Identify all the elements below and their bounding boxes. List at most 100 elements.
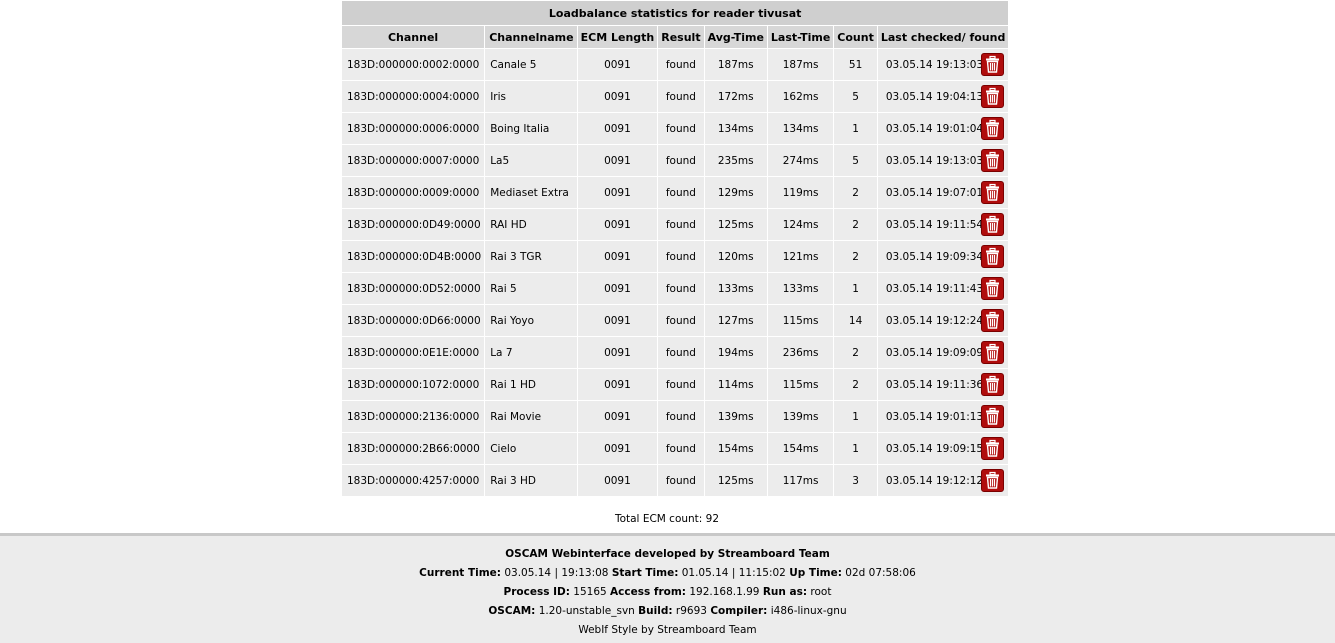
- delete-stat-button[interactable]: [981, 149, 1005, 172]
- cell-count: 2: [834, 369, 877, 400]
- cell-last-time: 124ms: [767, 209, 834, 240]
- cell-channelname: La5: [485, 145, 577, 176]
- cell-avg-time: 125ms: [704, 209, 767, 240]
- cell-last-time: 236ms: [767, 337, 834, 368]
- compiler-label: Compiler:: [710, 605, 768, 617]
- footer-build: OSCAM: 1.20-unstable_svn Build: r9693 Co…: [0, 602, 1335, 621]
- cell-result: found: [658, 241, 704, 272]
- table-row: 183D:000000:2B66:0000 Cielo 0091 found 154ms…: [342, 433, 1009, 464]
- cell-channel: 183D:000000:0006:0000: [342, 113, 485, 144]
- delete-stat-button[interactable]: [981, 277, 1005, 300]
- trash-icon: [986, 183, 1000, 201]
- run-as-label: Run as:: [762, 586, 808, 598]
- trash-icon: [986, 279, 1000, 297]
- cell-last-checked: 03.05.14 19:13:03: [877, 145, 1009, 176]
- header-channelname: Channelname: [485, 26, 577, 48]
- delete-stat-button[interactable]: [981, 53, 1005, 76]
- cell-result: found: [658, 145, 704, 176]
- trash-icon: [986, 151, 1000, 169]
- process-id-label: Process ID:: [503, 586, 570, 598]
- table-header-row: Channel Channelname ECM Length Result Av…: [342, 26, 1009, 48]
- footer-times: Current Time: 03.05.14 | 19:13:08 Start …: [0, 564, 1335, 583]
- table-row: 183D:000000:0D49:0000 RAI HD 0091 found 125m…: [342, 209, 1009, 240]
- cell-avg-time: 154ms: [704, 433, 767, 464]
- trash-icon: [986, 375, 1000, 393]
- cell-last-time: 274ms: [767, 145, 834, 176]
- delete-stat-button[interactable]: [981, 85, 1005, 108]
- header-last-time: Last-Time: [767, 26, 834, 48]
- cell-last-checked: 03.05.14 19:11:36: [877, 369, 1009, 400]
- cell-channel: 183D:000000:0D52:0000: [342, 273, 485, 304]
- cell-ecm-length: 0091: [577, 273, 658, 304]
- delete-stat-button[interactable]: [981, 181, 1005, 204]
- cell-ecm-length: 0091: [577, 177, 658, 208]
- last-checked-value: 03.05.14 19:13:03: [885, 154, 984, 167]
- start-time-value: 01.05.14 | 11:15:02: [681, 567, 786, 579]
- cell-last-time: 115ms: [767, 369, 834, 400]
- cell-last-checked: 03.05.14 19:01:13: [877, 401, 1009, 432]
- table-row: 183D:000000:0D52:0000 Rai 5 0091 found 133ms…: [342, 273, 1009, 304]
- cell-last-checked: 03.05.14 19:01:04: [877, 113, 1009, 144]
- cell-ecm-length: 0091: [577, 241, 658, 272]
- cell-channelname: Rai Yoyo: [485, 305, 577, 336]
- cell-avg-time: 139ms: [704, 401, 767, 432]
- cell-channel: 183D:000000:0D49:0000: [342, 209, 485, 240]
- cell-count: 51: [834, 49, 877, 80]
- cell-result: found: [658, 113, 704, 144]
- cell-channelname: Cielo: [485, 433, 577, 464]
- oscam-label: OSCAM:: [488, 605, 536, 617]
- delete-stat-button[interactable]: [981, 245, 1005, 268]
- build-label: Build:: [638, 605, 673, 617]
- cell-channel: 183D:000000:0D4B:0000: [342, 241, 485, 272]
- total-ecm-count: Total ECM count: 92: [614, 513, 720, 525]
- header-result: Result: [658, 26, 704, 48]
- header-avg-time: Avg-Time: [704, 26, 767, 48]
- delete-stat-button[interactable]: [981, 469, 1005, 492]
- cell-avg-time: 133ms: [704, 273, 767, 304]
- cell-channel: 183D:000000:2B66:0000: [342, 433, 485, 464]
- delete-stat-button[interactable]: [981, 213, 1005, 236]
- up-time-value: 02d 07:58:06: [845, 567, 916, 579]
- delete-stat-button[interactable]: [981, 405, 1005, 428]
- trash-icon: [986, 55, 1000, 73]
- current-time-label: Current Time:: [419, 567, 502, 579]
- cell-count: 3: [834, 465, 877, 496]
- table-row: 183D:000000:4257:0000 Rai 3 HD 0091 found 12…: [342, 465, 1009, 496]
- last-checked-value: 03.05.14 19:09:15: [885, 442, 984, 455]
- cell-last-time: 134ms: [767, 113, 834, 144]
- cell-channel: 183D:000000:1072:0000: [342, 369, 485, 400]
- table-title-row: Loadbalance statistics for reader tivusa…: [342, 1, 1009, 25]
- last-checked-value: 03.05.14 19:01:13: [885, 410, 984, 423]
- access-from-label: Access from:: [610, 586, 686, 598]
- last-checked-value: 03.05.14 19:04:13: [885, 90, 984, 103]
- trash-icon: [986, 119, 1000, 137]
- delete-stat-button[interactable]: [981, 309, 1005, 332]
- process-id-value: 15165: [573, 586, 607, 598]
- cell-count: 14: [834, 305, 877, 336]
- cell-ecm-length: 0091: [577, 305, 658, 336]
- cell-channelname: Rai 1 HD: [485, 369, 577, 400]
- cell-last-time: 117ms: [767, 465, 834, 496]
- cell-last-checked: 03.05.14 19:09:34: [877, 241, 1009, 272]
- delete-stat-button[interactable]: [981, 341, 1005, 364]
- cell-last-time: 119ms: [767, 177, 834, 208]
- up-time-label: Up Time:: [789, 567, 842, 579]
- cell-result: found: [658, 209, 704, 240]
- delete-stat-button[interactable]: [981, 373, 1005, 396]
- table-row: 183D:000000:0006:0000 Boing Italia 0091 fou…: [342, 113, 1009, 144]
- cell-last-checked: 03.05.14 19:07:01: [877, 177, 1009, 208]
- delete-stat-button[interactable]: [981, 117, 1005, 140]
- table-row: 183D:000000:0D66:0000 Rai Yoyo 0091 found 12…: [342, 305, 1009, 336]
- cell-count: 2: [834, 177, 877, 208]
- last-checked-value: 03.05.14 19:11:54: [885, 218, 984, 231]
- cell-avg-time: 134ms: [704, 113, 767, 144]
- delete-stat-button[interactable]: [981, 437, 1005, 460]
- cell-last-checked: 03.05.14 19:04:13: [877, 81, 1009, 112]
- cell-count: 2: [834, 241, 877, 272]
- cell-ecm-length: 0091: [577, 401, 658, 432]
- last-checked-value: 03.05.14 19:07:01: [885, 186, 984, 199]
- cell-last-time: 139ms: [767, 401, 834, 432]
- last-checked-value: 03.05.14 19:12:24: [885, 314, 984, 327]
- cell-channelname: Boing Italia: [485, 113, 577, 144]
- table-title: Loadbalance statistics for reader tivusa…: [342, 1, 1009, 25]
